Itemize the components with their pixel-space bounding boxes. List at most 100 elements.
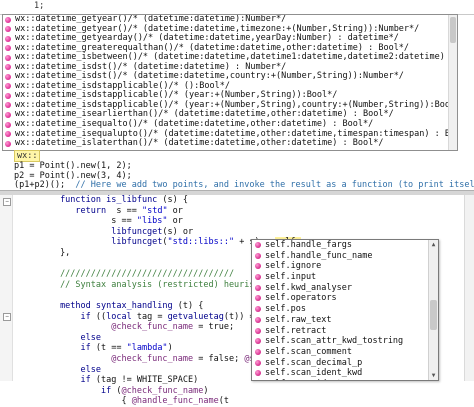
- function-icon: [5, 112, 11, 118]
- code-token: = true;: [193, 322, 234, 332]
- code-token: else: [81, 365, 101, 375]
- code-token: "std": [142, 206, 168, 216]
- indent: [14, 312, 81, 322]
- code-token: ((: [91, 312, 106, 322]
- code-line[interactable]: libfuncget(s) or: [14, 227, 301, 238]
- member-item[interactable]: self.scan_attr_kwd_tostring: [252, 336, 438, 347]
- code-token: if: [101, 386, 111, 396]
- member-item[interactable]: self.scan_comment: [252, 347, 438, 358]
- code-token: ): [203, 386, 208, 396]
- member-icon: [255, 338, 261, 344]
- function-icon: [5, 64, 11, 70]
- completion-item-label: wx::datetime_isdstapplicable()/* ():Bool…: [15, 81, 230, 91]
- member-item[interactable]: self.retract: [252, 326, 438, 337]
- member-icon: [255, 360, 261, 366]
- member-item[interactable]: self.kwd_analyser: [252, 283, 438, 294]
- completion-popup-upper[interactable]: wx::datetime_getyear()/* (datetime:datet…: [2, 14, 458, 151]
- member-icon: [255, 263, 261, 269]
- completion-scrollbar-upper[interactable]: [448, 15, 457, 150]
- function-icon: [5, 17, 11, 23]
- code-token: (t: [219, 396, 229, 406]
- code-token: @check_func_name: [122, 386, 204, 396]
- member-item[interactable]: self.pos: [252, 304, 438, 315]
- indent: [14, 237, 111, 247]
- code-line[interactable]: function is_libfunc (s) {: [14, 195, 301, 206]
- function-icon: [5, 83, 11, 89]
- editor-gutter: − −: [0, 195, 13, 381]
- member-item[interactable]: self.input: [252, 272, 438, 283]
- code-token: or: [168, 206, 183, 216]
- indent: [14, 365, 81, 375]
- upper-code-strip: 1;: [0, 0, 474, 15]
- member-item-label: self.operators: [265, 293, 337, 303]
- code-token: @handle_func_name: [132, 396, 219, 406]
- code-token: s ==: [106, 206, 142, 216]
- completion-item[interactable]: wx::datetime_islaterthan()/* (datetime:d…: [3, 139, 451, 149]
- scrollbar-thumb[interactable]: [450, 17, 456, 43]
- member-item[interactable]: self.handle_fargs: [252, 240, 438, 251]
- scrollbar-thumb[interactable]: [430, 300, 437, 330]
- member-icon: [255, 274, 261, 280]
- member-icon: [255, 295, 261, 301]
- completion-item-label: wx::datetime_getyear()/* (datetime:datet…: [15, 14, 286, 24]
- code-token: "libs": [137, 216, 168, 226]
- code-token: method: [60, 301, 96, 311]
- scroll-up-icon[interactable]: ▲: [430, 241, 437, 248]
- member-item[interactable]: self.handle_func_name: [252, 251, 438, 262]
- indent: [14, 354, 111, 364]
- code-token: "std::libs::": [168, 237, 235, 247]
- member-item[interactable]: self.scan_ident_kwd: [252, 368, 438, 379]
- code-comment: // Here we add two points, and invoke th…: [75, 180, 474, 190]
- code-line[interactable]: { @handle_func_name(t: [14, 396, 301, 407]
- member-item-label: self.ignore: [265, 261, 321, 271]
- code-token: is_libfunc: [106, 195, 157, 205]
- function-icon: [5, 36, 11, 42]
- member-icon: [255, 328, 261, 334]
- member-item[interactable]: self.raw_text: [252, 315, 438, 326]
- code-line[interactable]: s == "libs" or: [14, 216, 301, 227]
- function-icon: [5, 93, 11, 99]
- code-token: (s) or: [162, 227, 193, 237]
- member-icon: [255, 306, 261, 312]
- code-text: (p1+p2)();: [14, 180, 75, 190]
- member-item[interactable]: self.scan_decimal_p: [252, 358, 438, 369]
- fold-minus-icon[interactable]: −: [3, 198, 11, 206]
- member-item-label: self.kwd_analyser: [265, 283, 352, 293]
- indent: [14, 195, 60, 205]
- fold-minus-icon[interactable]: −: [3, 313, 11, 321]
- indent: [14, 396, 121, 406]
- code-token: (t) {: [173, 301, 204, 311]
- code-token: "lambda": [127, 343, 168, 353]
- code-token: libfuncget: [111, 227, 162, 237]
- code-line[interactable]: return s == "std" or: [14, 206, 301, 217]
- member-item-label: self.scan_decimal_p: [265, 358, 362, 368]
- completion-item-label: wx::datetime_getyearday()/* (datetime:da…: [15, 33, 399, 43]
- member-item-label: self.input: [265, 272, 316, 282]
- hint-bar: wx::: [14, 151, 40, 161]
- code-token: getvaluetag: [168, 312, 224, 322]
- indent: [14, 269, 60, 279]
- completion-item-label: wx::datetime_greaterequalthan()/* (datet…: [15, 43, 409, 53]
- scroll-down-icon[interactable]: ▼: [430, 372, 437, 379]
- completion-popup-members[interactable]: self.handle_fargsself.handle_func_namese…: [251, 239, 439, 381]
- function-icon: [5, 141, 11, 147]
- upper-code-lines: p1 = Point().new(1, 2);p2 = Point().new(…: [14, 162, 474, 191]
- code-token: (tag != WHITE_SPACE): [91, 375, 198, 385]
- member-item-label: self.raw_text: [265, 315, 332, 325]
- code-text: p1 = Point().new(1, 2);: [14, 161, 132, 171]
- member-icon: [255, 253, 261, 259]
- code-line[interactable]: if (@check_func_name): [14, 386, 301, 397]
- indent: [14, 280, 60, 290]
- function-icon: [5, 131, 11, 137]
- code-token: tag =: [132, 312, 168, 322]
- editor-scrollbar[interactable]: [464, 195, 474, 381]
- completion-scrollbar-members[interactable]: ▲ ▼: [428, 240, 438, 380]
- code-token: else: [81, 333, 101, 343]
- completion-item-label: wx::datetime_isequalupto()/* (datetime:d…: [15, 129, 458, 139]
- member-item[interactable]: self.ignore: [252, 261, 438, 272]
- member-item-label: self.handle_fargs: [265, 240, 352, 250]
- code-token: (: [111, 386, 121, 396]
- indent: [14, 322, 111, 332]
- member-icon: [255, 285, 261, 291]
- member-item[interactable]: self.operators: [252, 293, 438, 304]
